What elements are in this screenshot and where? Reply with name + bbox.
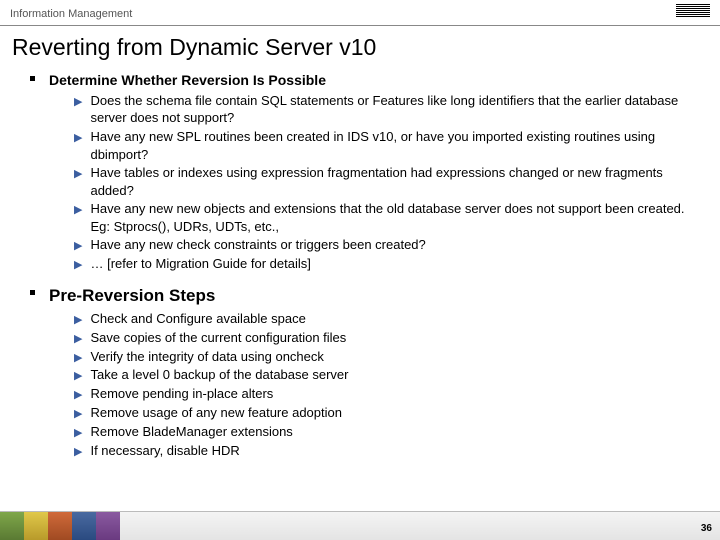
section-heading-label: Pre-Reversion Steps (49, 285, 215, 308)
sub-list: ▶ Does the schema file contain SQL statem… (74, 92, 700, 273)
list-item-text: Take a level 0 backup of the database se… (90, 366, 348, 384)
list-item-text: Save copies of the current configuration… (90, 329, 346, 347)
list-item: ▶ Check and Configure available space (74, 310, 700, 328)
list-item: ▶ Remove pending in-place alters (74, 385, 700, 403)
chevron-right-icon: ▶ (74, 445, 82, 460)
list-item: ▶ Take a level 0 backup of the database s… (74, 366, 700, 384)
chevron-right-icon: ▶ (74, 369, 82, 384)
list-item-text: … [refer to Migration Guide for details] (90, 255, 310, 273)
chevron-right-icon: ▶ (74, 239, 82, 254)
header: Information Management (0, 0, 720, 26)
chevron-right-icon: ▶ (74, 407, 82, 422)
list-item-text: Remove BladeManager extensions (90, 423, 292, 441)
list-item-text: Remove usage of any new feature adoption (90, 404, 342, 422)
list-item-text: Have tables or indexes using expression … (90, 164, 700, 199)
chevron-right-icon: ▶ (74, 167, 82, 182)
ibm-logo-icon (676, 4, 710, 23)
list-item: ▶ Remove usage of any new feature adoptio… (74, 404, 700, 422)
list-item: ▶ Remove BladeManager extensions (74, 423, 700, 441)
slide-title: Reverting from Dynamic Server v10 (12, 34, 720, 61)
chevron-right-icon: ▶ (74, 388, 82, 403)
list-item-text: Have any new check constraints or trigge… (90, 236, 425, 254)
slide-content: Determine Whether Reversion Is Possible ▶… (0, 71, 720, 460)
list-item: ▶ Have any new check constraints or trigg… (74, 236, 700, 254)
list-item-text: Verify the integrity of data using onche… (90, 348, 323, 366)
list-item-text: Have any new new objects and extensions … (90, 200, 700, 235)
list-item: ▶ Have any new SPL routines been created … (74, 128, 700, 163)
header-category: Information Management (10, 8, 132, 20)
footer-mid-graphic (120, 512, 720, 540)
chevron-right-icon: ▶ (74, 203, 82, 218)
list-item-text: Have any new SPL routines been created i… (90, 128, 700, 163)
chevron-right-icon: ▶ (74, 258, 82, 273)
chevron-right-icon: ▶ (74, 351, 82, 366)
footer-color-blocks (0, 512, 120, 540)
bullet-square-icon (30, 290, 35, 295)
section-heading: Determine Whether Reversion Is Possible (30, 71, 700, 90)
list-item: ▶ … [refer to Migration Guide for details… (74, 255, 700, 273)
list-item: ▶ Save copies of the current configuratio… (74, 329, 700, 347)
chevron-right-icon: ▶ (74, 313, 82, 328)
list-item: ▶ If necessary, disable HDR (74, 442, 700, 460)
list-item-text: Does the schema file contain SQL stateme… (90, 92, 700, 127)
list-item-text: Remove pending in-place alters (90, 385, 273, 403)
chevron-right-icon: ▶ (74, 332, 82, 347)
section-heading: Pre-Reversion Steps (30, 285, 700, 308)
page-number: 36 (701, 523, 712, 534)
list-item: ▶ Have tables or indexes using expression… (74, 164, 700, 199)
list-item: ▶ Does the schema file contain SQL statem… (74, 92, 700, 127)
chevron-right-icon: ▶ (74, 95, 82, 110)
chevron-right-icon: ▶ (74, 131, 82, 146)
bullet-square-icon (30, 76, 35, 81)
footer: 36 (0, 511, 720, 540)
sub-list: ▶ Check and Configure available space ▶ Sav… (74, 310, 700, 460)
list-item-text: If necessary, disable HDR (90, 442, 239, 460)
list-item-text: Check and Configure available space (90, 310, 305, 328)
section-heading-label: Determine Whether Reversion Is Possible (49, 71, 326, 90)
list-item: ▶ Verify the integrity of data using onch… (74, 348, 700, 366)
list-item: ▶ Have any new new objects and extensions… (74, 200, 700, 235)
chevron-right-icon: ▶ (74, 426, 82, 441)
